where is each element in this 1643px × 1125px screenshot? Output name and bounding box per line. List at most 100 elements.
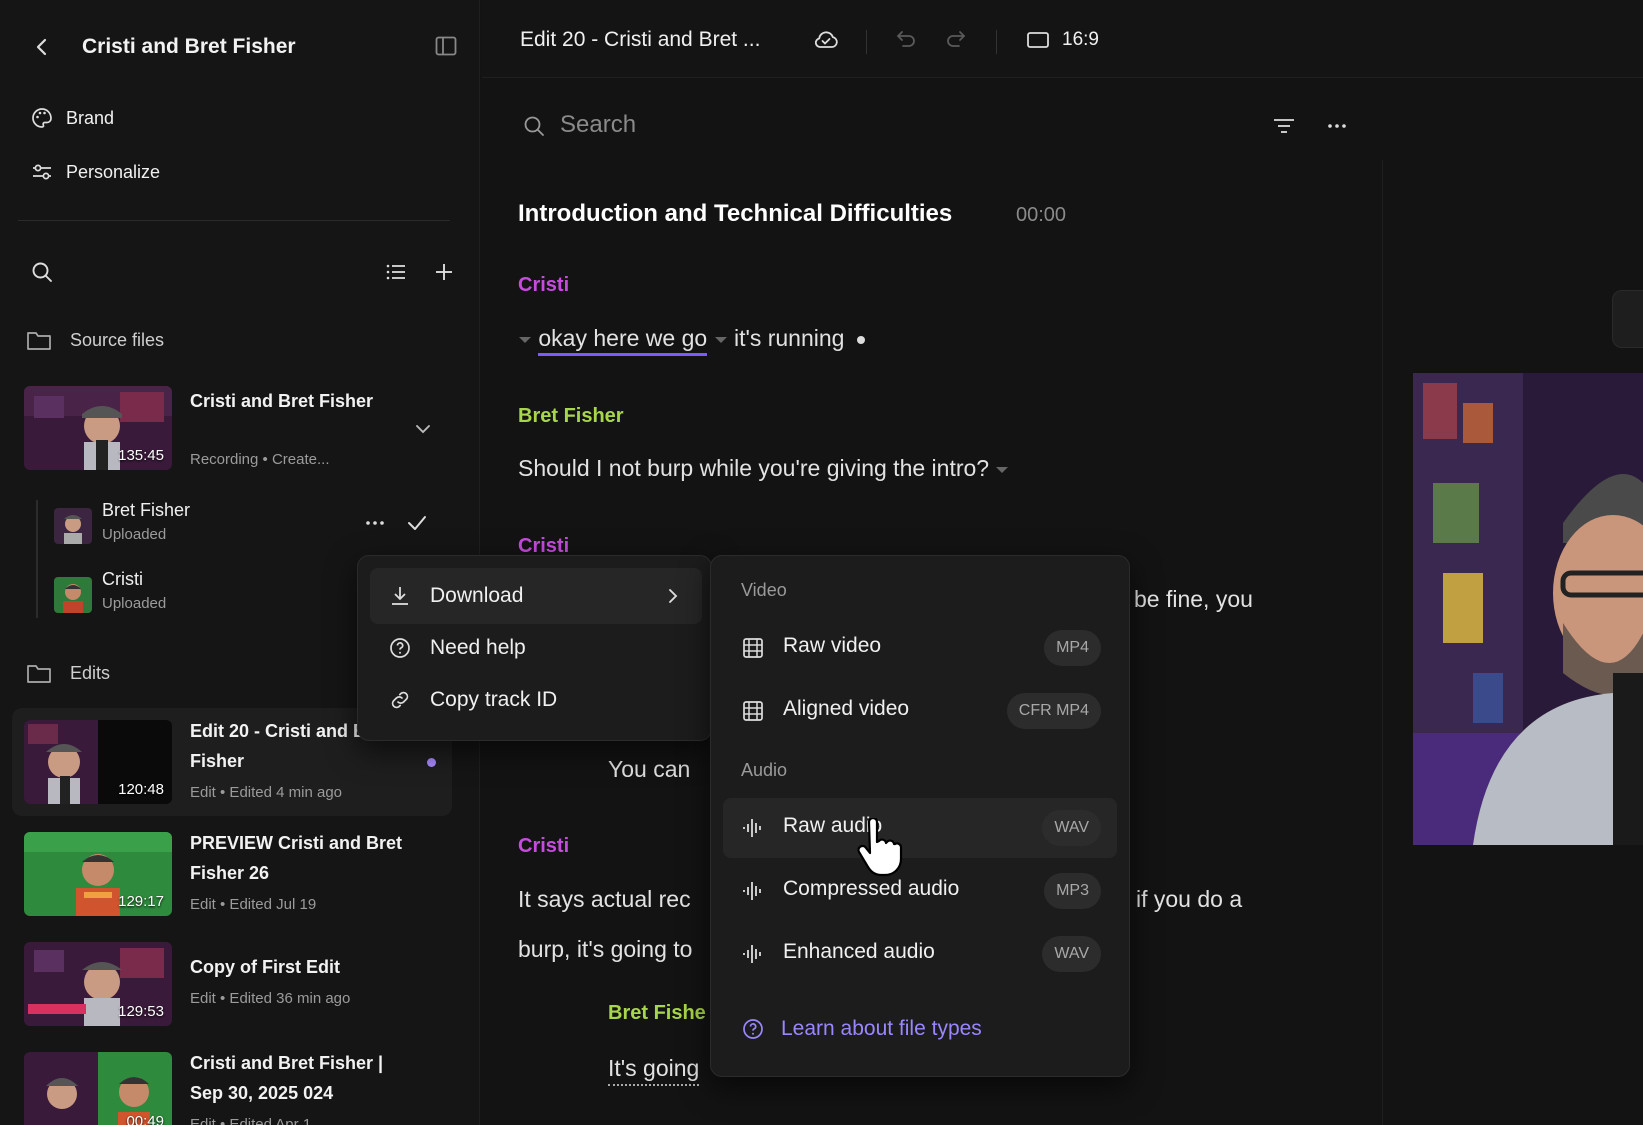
pause-dot — [856, 335, 865, 344]
edit-thumbnail: 00:49 — [24, 1052, 172, 1125]
format-badge: WAV — [1042, 810, 1101, 846]
nav-personalize-label: Personalize — [66, 161, 161, 182]
edit-item[interactable]: 129:17 PREVIEW Cristi and Bret Fisher 26… — [12, 820, 452, 928]
edit-meta: Edit • Edited Apr 1 — [190, 1116, 312, 1125]
edit-title-header[interactable]: Edit 20 - Cristi and Bret ... — [520, 28, 760, 52]
redo-icon[interactable] — [944, 26, 972, 54]
edits-label: Edits — [70, 662, 111, 683]
more-options-icon[interactable] — [1323, 112, 1351, 140]
download-icon — [388, 584, 412, 608]
edit-duration: 120:48 — [118, 781, 164, 798]
speaker-label[interactable]: Bret Fishe — [608, 1002, 706, 1025]
film-icon — [741, 636, 765, 660]
learn-file-types-link[interactable]: Learn about file types — [741, 1014, 982, 1044]
nav-personalize[interactable]: Personalize — [30, 154, 450, 190]
aligned-video-option[interactable]: Aligned video CFR MP4 — [723, 681, 1117, 741]
search-placeholder: Search — [560, 111, 637, 138]
format-badge: CFR MP4 — [1006, 693, 1101, 729]
source-files-label: Source files — [70, 329, 165, 350]
aspect-ratio-label[interactable]: 16:9 — [1062, 29, 1099, 51]
source-files-folder[interactable]: Source files — [26, 326, 446, 354]
track-thumbnail — [54, 577, 92, 613]
aspect-ratio-icon[interactable] — [1024, 26, 1052, 54]
transcript-text[interactable]: be fine, you — [1134, 586, 1253, 613]
undo-icon[interactable] — [890, 26, 918, 54]
format-badge: MP4 — [1044, 630, 1101, 666]
nav-brand[interactable]: Brand — [30, 100, 450, 136]
help-circle-icon — [388, 636, 412, 660]
unsaved-indicator — [427, 758, 436, 767]
track-context-menu: Download Need help Copy track ID — [357, 555, 712, 741]
format-badge: MP3 — [1044, 873, 1101, 909]
waveform-icon — [741, 816, 765, 840]
edit-meta: Edit • Edited 4 min ago — [190, 784, 343, 801]
speaker-label[interactable]: Cristi — [518, 274, 569, 297]
video-preview[interactable] — [1413, 373, 1643, 845]
copy-track-id-menu-item[interactable]: Copy track ID — [370, 672, 702, 728]
transcript-text[interactable]: You can — [608, 756, 690, 783]
need-help-menu-item[interactable]: Need help — [370, 620, 702, 676]
track-status: Uploaded — [102, 526, 167, 543]
chapter-title[interactable]: Introduction and Technical Difficulties — [518, 200, 952, 228]
waveform-icon — [741, 879, 765, 903]
chevron-right-icon — [662, 585, 684, 607]
enhanced-audio-option[interactable]: Enhanced audio WAV — [723, 924, 1117, 984]
edit-meta: Edit • Edited 36 min ago — [190, 990, 351, 1007]
track-status: Uploaded — [102, 595, 167, 612]
checkmark-icon[interactable] — [404, 510, 430, 536]
track-tree-line — [36, 500, 38, 618]
sidebar-toggle-icon[interactable] — [434, 34, 460, 60]
transcript-word[interactable]: it's running — [734, 325, 845, 351]
edit-item[interactable]: 00:49 Cristi and Bret Fisher | Sep 30, 2… — [12, 1040, 452, 1125]
filter-icon[interactable] — [1270, 112, 1298, 140]
raw-audio-option[interactable]: Raw audio WAV — [723, 798, 1117, 858]
sliders-icon — [30, 160, 54, 184]
search-icon[interactable] — [30, 260, 56, 286]
speaker-label[interactable]: Cristi — [518, 835, 569, 858]
raw-video-label: Raw video — [783, 634, 882, 657]
chevron-down-icon[interactable] — [412, 418, 434, 440]
edit-title: Cristi and Bret Fisher | Sep 30, 2025 02… — [190, 1053, 384, 1103]
gap-marker-icon — [996, 466, 1009, 473]
transcript-text[interactable]: It says actual rec — [518, 886, 691, 913]
transcript-line[interactable]: okay here we go it's running — [518, 325, 865, 356]
transcript-text[interactable]: if you do a — [1136, 886, 1242, 913]
transcript-search[interactable]: Search — [522, 108, 1342, 144]
edit-meta: Edit • Edited Jul 19 — [190, 896, 317, 913]
sidebar-toolbar — [30, 260, 460, 288]
speaker-label[interactable]: Bret Fisher — [518, 405, 624, 428]
edit-title: Copy of First Edit — [190, 957, 340, 977]
link-icon — [388, 688, 412, 712]
transcript-text[interactable]: It's going — [608, 1055, 700, 1086]
help-circle-icon — [741, 1017, 765, 1041]
sidebar-divider — [18, 220, 450, 221]
compressed-audio-label: Compressed audio — [783, 877, 960, 900]
need-help-label: Need help — [430, 636, 526, 659]
folder-icon — [26, 329, 52, 351]
add-icon[interactable] — [432, 260, 458, 286]
aligned-video-label: Aligned video — [783, 697, 910, 720]
download-menu-item[interactable]: Download — [370, 568, 702, 624]
edit-item[interactable]: 129:53 Copy of First Edit Edit • Edited … — [12, 930, 452, 1026]
list-view-icon[interactable] — [384, 260, 410, 286]
search-icon — [522, 114, 546, 138]
raw-video-option[interactable]: Raw video MP4 — [723, 618, 1117, 678]
panel-edge-tab[interactable] — [1612, 290, 1643, 348]
top-bar: Edit 20 - Cristi and Bret ... 16:9 — [482, 0, 1643, 78]
transcript-text[interactable]: Should I not burp while you're giving th… — [518, 455, 989, 481]
transcript-line[interactable]: Should I not burp while you're giving th… — [518, 455, 1009, 482]
track-item[interactable]: Bret Fisher Uploaded — [50, 496, 450, 552]
compressed-audio-option[interactable]: Compressed audio MP3 — [723, 861, 1117, 921]
download-label: Download — [430, 584, 524, 607]
transcript-text[interactable]: burp, it's going to — [518, 936, 692, 963]
sidebar-header: Cristi and Bret Fisher — [30, 30, 460, 64]
film-icon — [741, 699, 765, 723]
more-options-icon[interactable] — [362, 510, 388, 536]
cloud-sync-icon[interactable] — [812, 26, 840, 54]
audio-section-header: Audio — [741, 760, 788, 780]
track-name: Cristi — [102, 569, 143, 589]
edit-thumbnail: 129:53 — [24, 942, 172, 1026]
transcript-word[interactable]: okay here we go — [538, 325, 708, 356]
back-chevron-icon[interactable] — [30, 35, 54, 59]
source-recording-item[interactable]: 135:45 Cristi and Bret Fisher Recording … — [12, 386, 452, 472]
